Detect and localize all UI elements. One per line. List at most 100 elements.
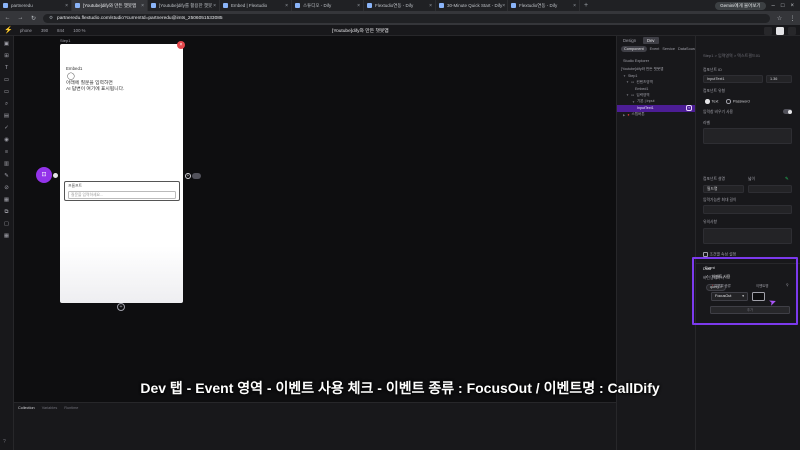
toolbar-primary-button[interactable] xyxy=(776,26,784,35)
expand-icon[interactable]: ▼ xyxy=(623,74,626,78)
chat-icon[interactable]: ▢ xyxy=(3,220,11,228)
label-input[interactable] xyxy=(703,128,792,144)
device-width[interactable]: 390 xyxy=(41,28,48,33)
gemini-button[interactable]: Gemini에게 물어보기 xyxy=(715,1,766,10)
console-tab-variables[interactable]: Variables xyxy=(42,406,58,410)
close-tab-icon[interactable]: × xyxy=(141,3,144,9)
add-icon[interactable]: + xyxy=(117,303,125,311)
phone-frame[interactable]: Embed1 ◯ 아래에 질문을 입력하면 AI 답변이 여기에 표시됩니다. … xyxy=(60,44,183,303)
image-icon[interactable]: ▤ xyxy=(3,112,11,120)
browser-tab[interactable]: Flextudio연동 - Dify × xyxy=(508,0,580,11)
search-icon[interactable]: ⌕ xyxy=(3,100,11,108)
label-label: 라벨 xyxy=(703,121,710,125)
bookmark-icon[interactable]: ☆ xyxy=(776,15,783,22)
expand-icon[interactable]: ▼ xyxy=(626,93,629,97)
close-tab-icon[interactable]: × xyxy=(285,3,288,9)
expand-icon[interactable]: ▼ xyxy=(626,80,629,84)
browser-tab[interactable]: Flextudio연동 - Dify × xyxy=(364,0,436,11)
expand-icon[interactable]: ▶ xyxy=(623,113,625,117)
embed-icon[interactable]: ⧉ xyxy=(3,208,11,216)
close-tab-icon[interactable]: × xyxy=(65,3,68,9)
tree-item[interactable]: ▶ ● 스텝버튼 xyxy=(617,112,695,119)
minimize-icon[interactable]: – xyxy=(772,3,775,9)
expand-icon[interactable]: ▼ xyxy=(632,100,635,104)
menu-icon[interactable]: ⋮ xyxy=(789,15,796,22)
favicon-icon xyxy=(295,3,300,8)
clear-input-toggle[interactable] xyxy=(783,109,792,114)
console-tab-runtime[interactable]: Runtime xyxy=(64,406,78,410)
radio-text[interactable]: Text xyxy=(705,99,718,104)
component-id-input[interactable]: InputText1 xyxy=(703,75,763,83)
browser-tab-strip: partneredu × [Youtube]dify와 만든 챗봇앱 × [Yout… xyxy=(0,0,800,11)
browser-tab-active[interactable]: [Youtube]dify와 만든 챗봇앱 × xyxy=(72,0,148,11)
toolbar-action-button[interactable] xyxy=(788,26,796,35)
zoom-level[interactable]: 100 % xyxy=(73,28,85,33)
list-icon[interactable]: ≡ xyxy=(3,148,11,156)
link-icon[interactable]: ⊘ xyxy=(3,184,11,192)
close-tab-icon[interactable]: × xyxy=(357,3,360,9)
favicon-icon xyxy=(3,3,8,8)
component-desc-input[interactable]: 필드명 xyxy=(703,185,744,193)
folder-icon: ▭ xyxy=(630,80,635,85)
app-toolbar: ⚡ phone 390 844 100 % [Youtube]dify와 만든 … xyxy=(0,25,800,36)
width-input[interactable] xyxy=(748,185,792,193)
browser-tab[interactable]: Embed | Flextudio × xyxy=(220,0,292,11)
close-window-icon[interactable]: × xyxy=(790,3,794,9)
layers-icon[interactable]: ▣ xyxy=(3,40,11,48)
tab-component[interactable]: Component xyxy=(621,46,647,52)
browser-tab[interactable]: [Youtube]dify를 활용한 챗봇 × xyxy=(148,0,220,11)
maximize-icon[interactable]: □ xyxy=(781,3,785,9)
close-tab-icon[interactable]: × xyxy=(573,3,576,9)
notice-input[interactable] xyxy=(703,228,792,244)
tab-dev[interactable]: Dev xyxy=(643,37,659,44)
console-tab-collection[interactable]: Collection xyxy=(18,406,35,410)
maxlength-input[interactable] xyxy=(703,205,792,214)
text-icon[interactable]: T xyxy=(3,64,11,72)
back-icon[interactable]: ← xyxy=(4,15,11,21)
calendar-icon[interactable]: ▦ xyxy=(3,232,11,240)
check-icon[interactable]: ✓ xyxy=(3,124,11,132)
input-icon[interactable]: ▭ xyxy=(3,88,11,96)
prompt-input[interactable]: 질문을 입력하세요... xyxy=(68,191,176,199)
close-icon[interactable]: × xyxy=(177,41,185,49)
connector-dot[interactable] xyxy=(53,173,58,178)
edit-icon[interactable]: ✎ xyxy=(785,176,789,182)
button-icon[interactable]: ▭ xyxy=(3,76,11,84)
close-tab-icon[interactable]: × xyxy=(502,3,505,9)
maxlength-label: 입력가능한 최대 길이 xyxy=(703,198,737,202)
tab-service[interactable]: Service xyxy=(662,47,675,51)
chart-icon[interactable]: ▥ xyxy=(3,160,11,168)
new-tab-icon[interactable]: + xyxy=(584,2,588,9)
toolbar-action-button[interactable] xyxy=(764,26,772,35)
app-logo-icon: ⚡ xyxy=(4,26,13,34)
browser-tab[interactable]: 스튜디오 - Dify × xyxy=(292,0,364,11)
radio-password[interactable]: Password xyxy=(726,99,750,104)
width-value-input[interactable]: 1.36 xyxy=(766,75,792,83)
device-select[interactable]: phone xyxy=(20,28,32,33)
tab-event[interactable]: Event xyxy=(650,47,660,51)
edit-icon[interactable]: ✎ xyxy=(3,172,11,180)
embed-hint: 아래에 질문을 입력하면 AI 답변이 여기에 표시됩니다. xyxy=(66,81,125,92)
tab-design[interactable]: Design xyxy=(623,38,636,43)
component-menu-handle[interactable] xyxy=(192,173,201,179)
component-desc-label: 컴포넌트 설명 xyxy=(703,177,726,181)
browser-tab[interactable]: partneredu × xyxy=(0,0,72,11)
add-component-icon[interactable]: + xyxy=(185,173,191,179)
url-field[interactable]: ⚙ partneredu.flextudio.com/studio?current… xyxy=(43,13,770,23)
close-tab-icon[interactable]: × xyxy=(429,3,432,9)
close-tab-icon[interactable]: × xyxy=(213,3,216,9)
reload-icon[interactable]: ↻ xyxy=(30,15,37,22)
site-info-icon[interactable]: ⚙ xyxy=(49,15,53,21)
device-height[interactable]: 844 xyxy=(57,28,64,33)
browser-tab[interactable]: 30-Minute Quick Start - Dify × xyxy=(436,0,508,11)
grid-icon[interactable]: ⊞ xyxy=(3,52,11,60)
project-title: [Youtube]dify와 만든 챗봇앱 xyxy=(332,28,389,34)
forward-icon[interactable]: → xyxy=(17,15,24,21)
design-canvas[interactable]: Step1 Embed1 ◯ 아래에 질문을 입력하면 AI 답변이 여기에 표… xyxy=(14,36,616,402)
radio-icon[interactable]: ◉ xyxy=(3,136,11,144)
table-icon[interactable]: ▦ xyxy=(3,196,11,204)
window-controls: Gemini에게 물어보기 – □ × xyxy=(715,1,800,10)
help-icon[interactable]: ? xyxy=(3,439,6,445)
drag-handle-icon[interactable]: ⊡ xyxy=(36,167,52,183)
prompt-input-component[interactable]: 프롬프트 질문을 입력하세요... xyxy=(64,181,180,201)
